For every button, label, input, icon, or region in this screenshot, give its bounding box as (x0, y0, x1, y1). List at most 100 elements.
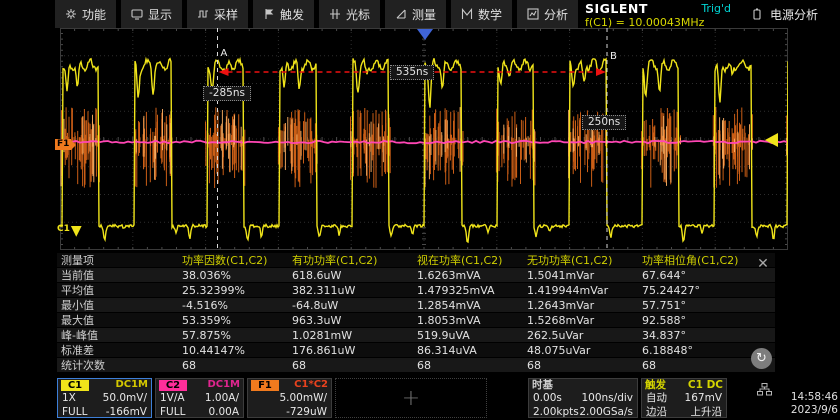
menu-item-math[interactable]: 数学 (451, 0, 512, 28)
menu-item-label: 测量 (412, 6, 436, 23)
menu-item-label: 分析 (544, 6, 568, 23)
table-cell: 68 (417, 358, 527, 372)
c1-marker-label: C1 (57, 224, 70, 234)
table-cell: 1.419944mVar (527, 283, 642, 297)
c2-coupling: DC1M (207, 379, 240, 391)
table-cell: 34.837° (642, 328, 775, 342)
table-row: 当前值38.036%618.6uW1.6263mVA1.5041mVar67.6… (57, 268, 775, 283)
menu-item-measure[interactable]: 测量 (385, 0, 446, 28)
c1-channel-marker[interactable]: C1 ▼ (57, 224, 82, 238)
brand-logo: SIGLENT (585, 1, 648, 16)
table-cell: 最小值 (57, 298, 182, 312)
c1-bandwidth: FULL (62, 405, 87, 419)
table-row: 平均值25.32399%382.311uW1.479325mVA1.419944… (57, 283, 775, 298)
table-cell: -64.8uW (292, 298, 417, 312)
trigger-slope: 上升沿 (691, 405, 723, 419)
trigger-status-badge: Trig'd (701, 2, 731, 15)
f1-scale: 5.00mW/ (279, 391, 327, 405)
channel-box-c2[interactable]: C2 DC1M 1V/A1.00A/ FULL0.00A (155, 378, 244, 418)
table-cell: 当前值 (57, 268, 182, 282)
table-cell: 92.588° (642, 313, 775, 327)
table-cell: 53.359% (182, 313, 292, 327)
table-cell: 1.2643mVar (527, 298, 642, 312)
timebase-samplerate: 2.00GSa/s (579, 405, 633, 419)
table-cell: 统计次数 (57, 358, 182, 372)
table-cell: 68 (527, 358, 642, 372)
trigger-level: 167mV (685, 391, 722, 405)
table-cell: 峰-峰值 (57, 328, 182, 342)
plus-icon: + (402, 386, 420, 411)
waveform-svg: AB (60, 28, 788, 250)
menu-item-label: 数学 (478, 6, 502, 23)
table-cell: 最大值 (57, 313, 182, 327)
analysis-icon (527, 8, 539, 20)
gear-icon (65, 8, 77, 20)
timebase-box[interactable]: 时基 0.00s100ns/div 2.00kpts2.00GSa/s (528, 378, 638, 418)
power-analysis-button[interactable]: 电源分析 (741, 0, 828, 28)
menu-item-label: 功能 (82, 6, 106, 23)
menu-item-cursors[interactable]: 光标 (319, 0, 380, 28)
table-cell: 519.9uVA (417, 328, 527, 342)
add-channel-button[interactable]: + (335, 378, 487, 418)
cursor-b-readout[interactable]: 250ns (582, 115, 626, 130)
table-cell: 1.5268mVar (527, 313, 642, 327)
menu-item-analysis[interactable]: 分析 (517, 0, 578, 28)
table-cell: 1.479325mVA (417, 283, 527, 297)
display-icon (131, 8, 143, 20)
f1-marker-arrow-icon (71, 140, 76, 150)
c2-bandwidth: FULL (160, 405, 185, 419)
sampling-icon (197, 8, 209, 20)
measure-ruler-icon (395, 8, 407, 20)
channel-box-f1[interactable]: F1 C1*C2 5.00mW/ -729uW (247, 378, 332, 418)
table-cell: 176.861uW (292, 343, 417, 357)
table-row: 最大值53.359%963.3uW1.8053mVA1.5268mVar92.5… (57, 313, 775, 328)
c1-coupling: DC1M (115, 379, 148, 391)
f1-offset: -729uW (286, 405, 327, 419)
table-cell: 1.2854mVA (417, 298, 527, 312)
timebase-delay: 0.00s (533, 391, 562, 405)
reset-icon: ↻ (756, 351, 767, 366)
f1-marker-label: F1 (55, 139, 71, 150)
table-row: 统计次数6868686868 (57, 358, 775, 373)
f1-channel-marker[interactable]: F1 (55, 139, 76, 150)
cursor-a-letter: A (221, 48, 228, 59)
trigger-mode: 自动 (646, 391, 667, 405)
table-cell: 标准差 (57, 343, 182, 357)
network-icon (757, 381, 772, 400)
table-cell: 25.32399% (182, 283, 292, 297)
battery-icon (751, 8, 763, 21)
cursor-b-letter: B (610, 51, 617, 62)
table-cell: 48.075uVar (527, 343, 642, 357)
menu-item-display[interactable]: 显示 (121, 0, 182, 28)
bottom-bar: C1 DC1M 1X50.0mV/ FULL-166mV C2 DC1M 1V/… (0, 378, 840, 420)
table-cell: 262.5uVar (527, 328, 642, 342)
trigger-position-marker[interactable] (417, 29, 433, 40)
trigger-box[interactable]: 触发 C1 DC 自动167mV 边沿上升沿 (641, 378, 727, 418)
table-cell: 68 (182, 358, 292, 372)
cursor-delta-readout: 535ns (390, 65, 434, 80)
menu-item-trigger[interactable]: 触发 (253, 0, 314, 28)
table-cell: 38.036% (182, 268, 292, 282)
c2-offset: 0.00A (208, 405, 239, 419)
trigger-level-marker[interactable] (765, 133, 778, 147)
menu-item-acquire[interactable]: 采样 (187, 0, 248, 28)
channel-box-c1[interactable]: C1 DC1M 1X50.0mV/ FULL-166mV (57, 378, 152, 418)
menu-item-label: 触发 (280, 6, 304, 23)
waveform-plot[interactable]: AB -285ns 535ns 250ns (60, 28, 788, 250)
table-cell: 86.314uVA (417, 343, 527, 357)
c2-chip: C2 (159, 380, 187, 391)
menu-item-label: 显示 (148, 6, 172, 23)
table-cell: 618.6uW (292, 268, 417, 282)
measurement-table: 测量项功率因数(C1,C2)有功功率(C1,C2)视在功率(C1,C2)无功功率… (57, 253, 775, 373)
table-cell: 平均值 (57, 283, 182, 297)
table-close-button[interactable]: ✕ (752, 255, 774, 273)
clock-date: 2023/9/6 (778, 404, 838, 417)
close-icon: ✕ (757, 256, 769, 272)
menu-item-label: 光标 (346, 6, 370, 23)
c1-chip: C1 (61, 380, 89, 391)
statistics-reset-button[interactable]: ↻ (751, 348, 772, 369)
table-header-cell: 无功功率(C1,C2) (527, 253, 642, 267)
cursor-a-readout[interactable]: -285ns (203, 86, 251, 101)
table-header-cell: 有功功率(C1,C2) (292, 253, 417, 267)
menu-item-function[interactable]: 功能 (55, 0, 116, 28)
